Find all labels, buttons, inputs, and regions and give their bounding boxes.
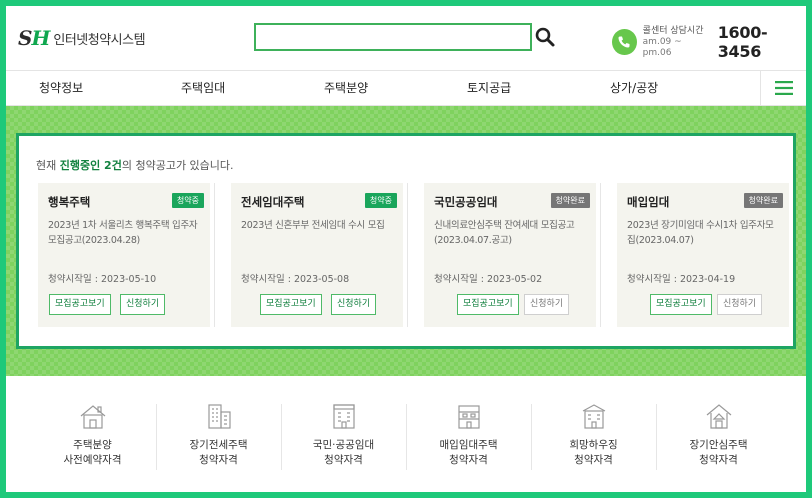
quick-link-line1: 장기안심주택 — [689, 439, 748, 451]
quick-link-long-term-lease[interactable]: 장기전세주택청약자격 — [156, 402, 281, 468]
call-label: 콜센터 상담시간 — [642, 25, 704, 36]
site-logo[interactable]: SH 인터넷청약시스템 — [18, 26, 146, 50]
announcement-band: 현재 진행중인 2건의 청약공고가 있습니다. 행복주택 청약중 2023년 1… — [6, 106, 806, 376]
announcement-card: 행복주택 청약중 2023년 1차 서울리츠 행복주택 입주자 모집공고(202… — [38, 183, 210, 327]
nav-item-housing-rental[interactable]: 주택임대 — [181, 71, 225, 105]
search-input[interactable] — [254, 23, 532, 51]
apply-button[interactable]: 신청하기 — [524, 294, 570, 315]
quick-link-hope-housing[interactable]: 희망하우징청약자격 — [531, 402, 656, 468]
quick-link-line1: 장기전세주택 — [189, 439, 248, 451]
card-description[interactable]: 2023년 장기미임대 수시1차 입주자모집(2023.04.07) — [627, 218, 777, 248]
view-notice-button[interactable]: 모집공고보기 — [260, 294, 322, 315]
announcement-card: 전세임대주택 청약중 2023년 신혼부부 전세임대 수시 모집 청약시작일 :… — [231, 183, 403, 327]
card-title: 국민공공임대 — [434, 195, 498, 209]
house-icon — [80, 405, 105, 429]
quick-link-line2: 청약자격 — [574, 454, 613, 466]
quick-link-line1: 주택분양 — [73, 439, 112, 451]
card-title: 매입임대 — [627, 195, 670, 209]
card-start-date: 청약시작일 : 2023-05-08 — [241, 274, 350, 285]
quick-link-public-rental[interactable]: 국민·공공임대청약자격 — [281, 402, 406, 468]
quick-link-line2: 청약자격 — [449, 454, 488, 466]
quick-link-line2: 사전예약자격 — [63, 454, 122, 466]
quick-link-safe-housing[interactable]: 장기안심주택청약자격 — [656, 402, 781, 468]
card-start-date: 청약시작일 : 2023-04-19 — [627, 274, 736, 285]
quick-link-line2: 청약자격 — [199, 454, 238, 466]
status-badge: 청약완료 — [550, 193, 590, 208]
card-divider — [407, 183, 408, 327]
card-start-date: 청약시작일 : 2023-05-10 — [48, 274, 157, 285]
status-badge: 청약중 — [171, 193, 204, 208]
apply-button[interactable]: 신청하기 — [331, 294, 377, 315]
apply-button[interactable]: 신청하기 — [717, 294, 763, 315]
hamburger-icon — [774, 81, 793, 95]
safe-house-icon — [706, 404, 731, 429]
card-start-date: 청약시작일 : 2023-05-02 — [434, 274, 543, 285]
phone-icon — [612, 29, 637, 55]
search-button[interactable] — [534, 25, 556, 49]
menu-button[interactable] — [760, 71, 806, 105]
main-nav: 청약정보 주택임대 주택분양 토지공급 상가/공장 — [6, 70, 806, 106]
quick-link-line1: 매입임대주택 — [439, 439, 498, 451]
announcement-card: 국민공공임대 청약완료 신내의료안심주택 잔여세대 모집공고(2023.04.0… — [424, 183, 596, 327]
rowhouse-icon — [457, 405, 480, 429]
quick-link-purchase-rental[interactable]: 매입임대주택청약자격 — [406, 402, 531, 468]
nav-item-land-supply[interactable]: 토지공급 — [467, 71, 511, 105]
site-header: SH 인터넷청약시스템 콜센터 상담시간 am.09 ~ pm.06 1600-… — [6, 6, 806, 70]
notice-text: 현재 진행중인 2건의 청약공고가 있습니다. — [36, 159, 234, 172]
nav-item-subscription-info[interactable]: 청약정보 — [39, 71, 83, 105]
logo-mark: SH — [18, 26, 50, 50]
logo-text: 인터넷청약시스템 — [53, 32, 146, 48]
quick-link-line1: 희망하우징 — [569, 439, 618, 451]
card-title: 행복주택 — [48, 195, 91, 209]
card-description[interactable]: 신내의료안심주택 잔여세대 모집공고(2023.04.07.공고) — [434, 218, 584, 248]
quick-link-line1: 국민·공공임대 — [312, 439, 375, 451]
view-notice-button[interactable]: 모집공고보기 — [49, 294, 111, 315]
call-number: 1600-3456 — [717, 23, 768, 61]
status-badge: 청약완료 — [743, 193, 783, 208]
card-divider — [214, 183, 215, 327]
view-notice-button[interactable]: 모집공고보기 — [457, 294, 519, 315]
building-icon — [332, 404, 355, 429]
quick-link-presale[interactable]: 주택분양사전예약자격 — [30, 402, 155, 468]
quick-links: 주택분양사전예약자격 장기전세주택청약자격 국민·공공임대청약자격 매입임대주택… — [6, 376, 806, 492]
search-icon — [535, 27, 555, 47]
call-hours: am.09 ~ pm.06 — [642, 36, 682, 58]
announcement-panel: 현재 진행중인 2건의 청약공고가 있습니다. 행복주택 청약중 2023년 1… — [16, 133, 796, 349]
apply-button[interactable]: 신청하기 — [120, 294, 166, 315]
dormitory-icon — [582, 404, 605, 429]
nav-item-commercial[interactable]: 상가/공장 — [610, 71, 658, 105]
call-center: 콜센터 상담시간 am.09 ~ pm.06 1600-3456 — [612, 23, 806, 61]
page-frame: SH 인터넷청약시스템 콜센터 상담시간 am.09 ~ pm.06 1600-… — [6, 6, 806, 492]
quick-link-line2: 청약자격 — [324, 454, 363, 466]
status-badge: 청약중 — [364, 193, 397, 208]
quick-link-line2: 청약자격 — [699, 454, 738, 466]
view-notice-button[interactable]: 모집공고보기 — [650, 294, 712, 315]
card-title: 전세임대주택 — [241, 195, 305, 209]
nav-item-housing-sale[interactable]: 주택분양 — [324, 71, 368, 105]
apartment-icon — [207, 404, 231, 429]
card-description[interactable]: 2023년 1차 서울리츠 행복주택 입주자 모집공고(2023.04.28) — [48, 218, 198, 248]
card-description[interactable]: 2023년 신혼부부 전세임대 수시 모집 — [241, 218, 391, 233]
announcement-card: 매입임대 청약완료 2023년 장기미임대 수시1차 입주자모집(2023.04… — [617, 183, 789, 327]
card-divider — [600, 183, 601, 327]
